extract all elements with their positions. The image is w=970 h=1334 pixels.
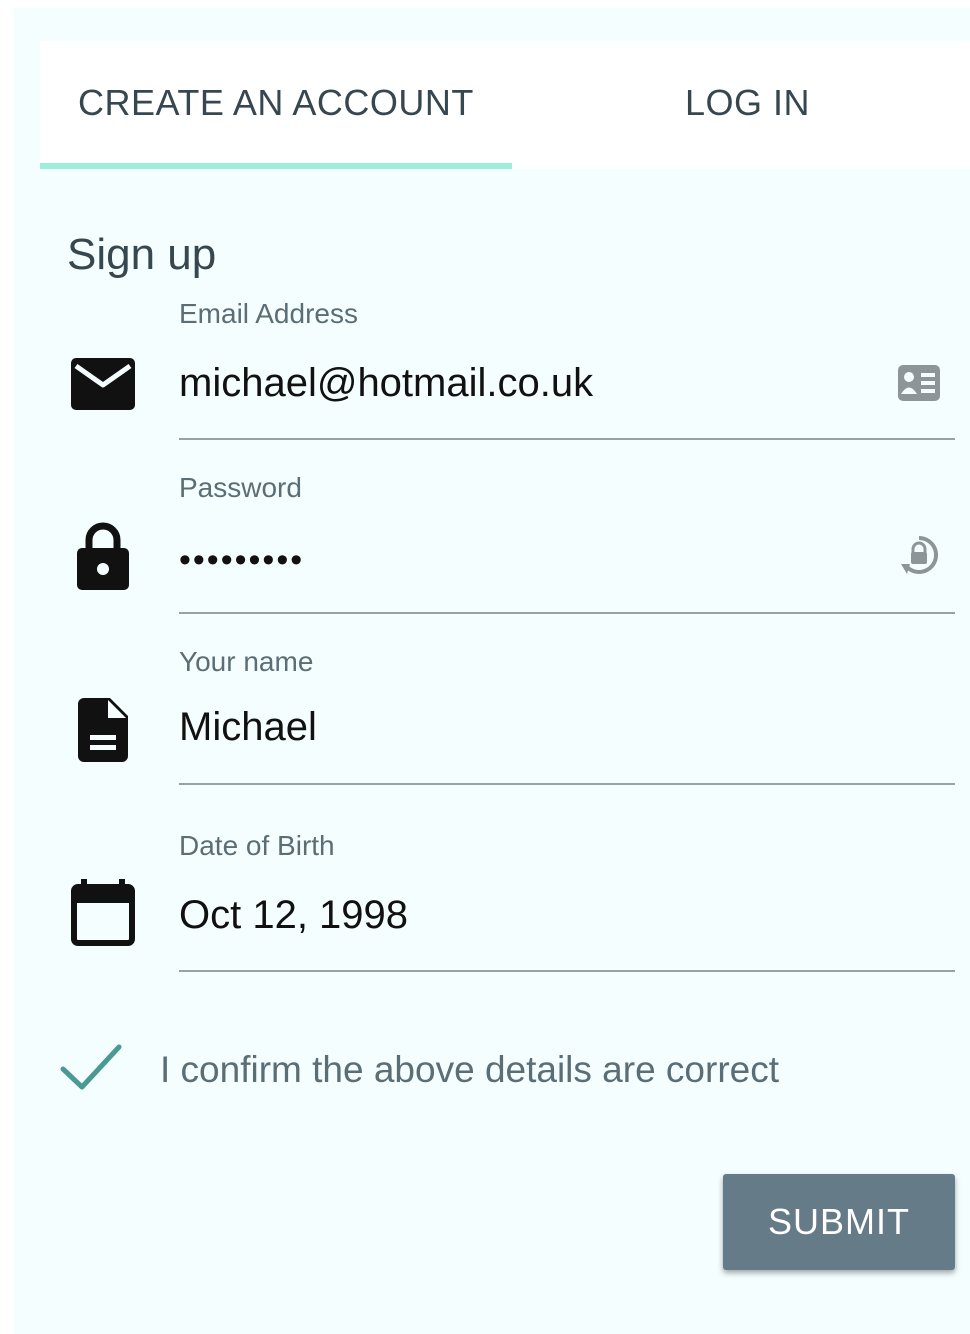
document-icon xyxy=(71,694,135,766)
tab-log-in-label: LOG IN xyxy=(685,82,811,123)
password-label: Password xyxy=(179,472,302,503)
email-label: Email Address xyxy=(179,298,358,329)
tab-log-in[interactable]: LOG IN xyxy=(512,41,970,165)
name-input[interactable] xyxy=(179,702,879,752)
email-input[interactable] xyxy=(179,358,879,408)
dob-label: Date of Birth xyxy=(179,830,335,861)
checkmark-icon xyxy=(60,1043,122,1098)
dob-underline xyxy=(179,970,955,972)
page-title: Sign up xyxy=(67,230,217,279)
active-tab-indicator xyxy=(40,163,512,169)
password-lock-icon[interactable] xyxy=(896,534,942,580)
email-underline xyxy=(179,438,955,440)
dob-input[interactable] xyxy=(179,890,879,940)
confirm-checkbox[interactable]: I confirm the above details are correct xyxy=(60,1038,779,1102)
submit-button[interactable]: SUBMIT xyxy=(723,1174,955,1270)
contact-card-icon[interactable] xyxy=(896,360,942,406)
calendar-icon xyxy=(71,876,135,948)
confirm-label: I confirm the above details are correct xyxy=(160,1049,780,1090)
tab-create-account-label: CREATE AN ACCOUNT xyxy=(78,82,474,123)
signup-panel: CREATE AN ACCOUNT LOG IN Sign up Email A… xyxy=(14,8,970,1334)
tab-create-account[interactable]: CREATE AN ACCOUNT xyxy=(40,41,512,165)
password-input[interactable] xyxy=(179,535,879,585)
lock-icon xyxy=(71,520,135,592)
password-underline xyxy=(179,612,955,614)
email-icon xyxy=(71,348,135,420)
name-label: Your name xyxy=(179,646,314,677)
name-underline xyxy=(179,783,955,785)
tab-bar: CREATE AN ACCOUNT LOG IN xyxy=(40,41,970,169)
